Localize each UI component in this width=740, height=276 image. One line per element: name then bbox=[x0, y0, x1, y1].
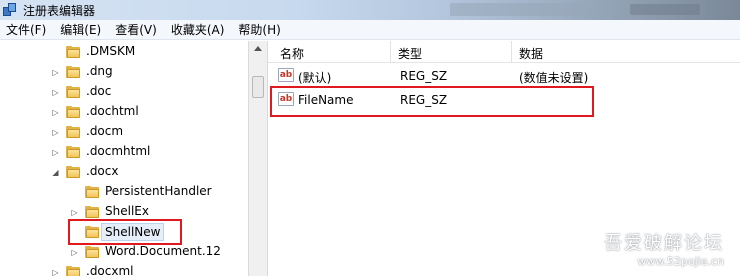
watermark-url: www.52pojie.cn bbox=[637, 255, 724, 268]
folder-icon bbox=[66, 106, 80, 118]
folder-open-icon bbox=[66, 166, 80, 178]
folder-icon bbox=[85, 246, 99, 258]
tree-item-label: ShellEx bbox=[105, 204, 149, 218]
tree-item-label: .docxml bbox=[86, 264, 134, 276]
scroll-thumb[interactable] bbox=[252, 76, 264, 98]
folder-icon bbox=[66, 266, 80, 276]
string-value-icon: ab bbox=[278, 92, 294, 106]
tree-item[interactable]: ▷ Word.Document.12 bbox=[0, 242, 248, 262]
value-name: FileName bbox=[298, 93, 354, 107]
column-header-name[interactable]: 名称 bbox=[280, 45, 304, 62]
column-header-data[interactable]: 数据 bbox=[519, 45, 543, 62]
menu-favorites[interactable]: 收藏夹(A) bbox=[171, 21, 225, 38]
tree-item-selected[interactable]: ShellNew bbox=[0, 222, 248, 242]
string-value-icon: ab bbox=[278, 68, 294, 82]
expand-arrow-icon[interactable]: ▷ bbox=[70, 248, 79, 257]
menu-help[interactable]: 帮助(H) bbox=[238, 21, 280, 38]
tree-item[interactable]: ▷ .dochtml bbox=[0, 102, 248, 122]
folder-icon bbox=[85, 206, 99, 218]
value-row[interactable]: ab FileName REG_SZ bbox=[268, 89, 740, 111]
tree-item-label: PersistentHandler bbox=[105, 184, 212, 198]
tree-item-label: .DMSKM bbox=[86, 44, 136, 58]
menu-file[interactable]: 文件(F) bbox=[6, 21, 46, 38]
title-bar: 注册表编辑器 bbox=[0, 0, 740, 20]
folder-icon bbox=[66, 46, 80, 58]
tree-item-label: .docm bbox=[86, 124, 124, 138]
title-bar-blurred-region bbox=[450, 3, 590, 16]
value-type: REG_SZ bbox=[400, 93, 448, 107]
registry-key-tree[interactable]: .DMSKM ▷ .dng ▷ .doc ▷ .dochtml ▷ .docm … bbox=[0, 41, 248, 276]
watermark: 吾爱破解论坛 www.52pojie.cn bbox=[604, 229, 724, 268]
folder-icon bbox=[85, 226, 99, 238]
tree-item-label: .docmhtml bbox=[86, 144, 151, 158]
expand-arrow-icon[interactable]: ▷ bbox=[51, 268, 60, 276]
value-name: (默认) bbox=[298, 71, 332, 85]
tree-item[interactable]: ▷ .docmhtml bbox=[0, 142, 248, 162]
collapse-arrow-icon[interactable]: ◢ bbox=[51, 168, 60, 177]
expand-arrow-icon[interactable]: ▷ bbox=[51, 128, 60, 137]
menu-edit[interactable]: 编辑(E) bbox=[60, 21, 101, 38]
tree-item[interactable]: PersistentHandler bbox=[0, 182, 248, 202]
column-header-type[interactable]: 类型 bbox=[398, 45, 422, 62]
folder-icon bbox=[66, 66, 80, 78]
window-title: 注册表编辑器 bbox=[23, 3, 96, 18]
tree-item[interactable]: ▷ .docm bbox=[0, 122, 248, 142]
tree-item[interactable]: .DMSKM bbox=[0, 42, 248, 62]
tree-item-label: .doc bbox=[86, 84, 112, 98]
value-row[interactable]: ab (默认) REG_SZ (数值未设置) bbox=[268, 65, 740, 87]
folder-icon bbox=[85, 186, 99, 198]
folder-icon bbox=[66, 126, 80, 138]
tree-item-label: .dng bbox=[86, 64, 113, 78]
regedit-app-icon bbox=[3, 3, 17, 17]
column-divider[interactable] bbox=[390, 41, 391, 63]
tree-item[interactable]: ◢ .docx bbox=[0, 162, 248, 182]
tree-item-label: .docx bbox=[86, 164, 119, 178]
registry-values-list[interactable]: 名称 类型 数据 ab (默认) REG_SZ (数值未设置) ab FileN… bbox=[268, 41, 740, 276]
tree-scrollbar[interactable] bbox=[248, 41, 268, 276]
expand-arrow-icon[interactable]: ▷ bbox=[51, 68, 60, 77]
folder-icon bbox=[66, 146, 80, 158]
expand-arrow-icon[interactable]: ▷ bbox=[51, 108, 60, 117]
menu-bar: 文件(F) 编辑(E) 查看(V) 收藏夹(A) 帮助(H) bbox=[0, 20, 740, 40]
expand-arrow-icon[interactable]: ▷ bbox=[51, 88, 60, 97]
folder-icon bbox=[66, 86, 80, 98]
value-data: (数值未设置) bbox=[519, 71, 589, 85]
list-header: 名称 类型 数据 bbox=[268, 41, 740, 63]
tree-item-label: .dochtml bbox=[86, 104, 139, 118]
tree-item[interactable]: ▷ .docxml bbox=[0, 262, 248, 276]
title-bar-blurred-region-2 bbox=[630, 4, 700, 15]
tree-item-label: Word.Document.12 bbox=[105, 244, 221, 258]
expand-arrow-icon[interactable]: ▷ bbox=[51, 148, 60, 157]
menu-view[interactable]: 查看(V) bbox=[115, 21, 157, 38]
column-divider[interactable] bbox=[511, 41, 512, 63]
watermark-text: 吾爱破解论坛 bbox=[604, 233, 724, 254]
tree-item-label: ShellNew bbox=[101, 223, 165, 241]
expand-arrow-icon[interactable]: ▷ bbox=[70, 208, 79, 217]
value-type: REG_SZ bbox=[400, 69, 448, 83]
tree-item[interactable]: ▷ .dng bbox=[0, 62, 248, 82]
scroll-up-arrow-icon[interactable] bbox=[252, 44, 264, 54]
tree-item[interactable]: ▷ .doc bbox=[0, 82, 248, 102]
